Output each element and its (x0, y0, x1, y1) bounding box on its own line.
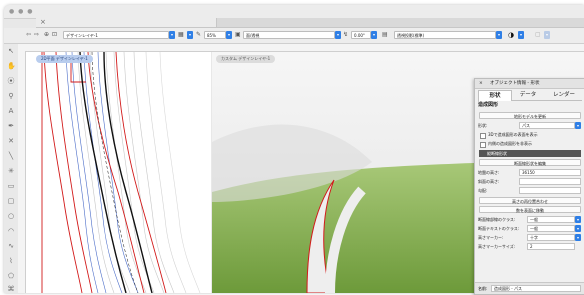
vertical-ruler (18, 51, 26, 293)
layer-icon[interactable]: ⊕ (44, 31, 49, 39)
tool-palette: ↖ ✋ ⦿ ⚲ A ✒ ✕ ╲ ✳ ▭ ▢ ○ ◠ ∿ ⌇ ⬠ ⌘ (4, 44, 19, 293)
zoom-tool-icon[interactable]: ⚲ (7, 92, 15, 100)
object-info-palette: × オブジェクト情報 - 形状 形状 データ レンダー 造成図形 地形モデルを更… (474, 78, 584, 295)
elevation-field[interactable]: 36150 (519, 169, 581, 176)
palette-tabs: 形状 データ レンダー (478, 90, 582, 101)
polyline-tool-icon[interactable]: ⌇ (7, 257, 15, 265)
eraser-tool-icon[interactable]: ✕ (7, 137, 15, 145)
name-field[interactable]: 造成図形 - パス (491, 285, 581, 292)
palette-title-bar: × オブジェクト情報 - 形状 (475, 79, 584, 89)
freehand-tool-icon[interactable]: ∿ (7, 242, 15, 250)
polygon-tool-icon[interactable]: ⬠ (7, 272, 15, 280)
close-icon[interactable]: × (479, 79, 483, 88)
window-controls-icon[interactable]: ● ● ● (9, 9, 34, 15)
projection-icon[interactable]: ▣ (235, 31, 241, 39)
title-bar: ● ● ● (4, 5, 584, 19)
selection-tool-icon[interactable]: ↖ (7, 47, 15, 55)
render-icon[interactable]: ◑ (508, 31, 514, 39)
chevron-down-icon[interactable]: ▾ (371, 31, 377, 39)
arc-tool-icon[interactable]: ◠ (7, 227, 15, 235)
slope-field[interactable] (519, 178, 581, 185)
move-to-surface-button[interactable]: 数を表面に移動 (479, 206, 581, 213)
gradient-field[interactable] (519, 187, 581, 194)
document-tab[interactable]: × (36, 18, 217, 27)
render-dropdown[interactable]: 面/透視 (243, 31, 335, 39)
close-tab-icon[interactable]: × (40, 18, 46, 27)
lock-icon[interactable]: ▢ (535, 31, 541, 39)
plan-view-label: 2D平面 デザインレイヤ-1 (36, 55, 93, 63)
chevron-down-icon[interactable]: ▾ (575, 234, 581, 241)
rounded-rect-tool-icon[interactable]: ▢ (7, 197, 15, 205)
palette-title: オブジェクト情報 - 形状 (490, 81, 540, 86)
view-toolbar: ⇦ ⇨ ⊕ ⊡ デザインレイヤ-1 ▾ ▦ ▾ ✎ 85% ▾ ▣ 面/透視 ▾… (4, 28, 584, 44)
object-type-heading: 造成図形 (478, 102, 499, 108)
circle-tool-icon[interactable]: ○ (7, 212, 15, 220)
horizontal-ruler (18, 44, 584, 52)
spiral-tool-icon[interactable]: ⌘ (7, 285, 15, 293)
chevron-down-icon[interactable]: ▾ (544, 31, 550, 39)
realign-height-button[interactable]: 高さの再位置合わせ (479, 197, 581, 204)
attribute-tool-icon[interactable]: ✒ (7, 122, 15, 130)
plan-view-contours (41, 52, 201, 293)
chevron-down-icon[interactable]: ▾ (575, 216, 581, 223)
line-tool-icon[interactable]: ╲ (7, 152, 15, 160)
tab-shape[interactable]: 形状 (478, 90, 512, 101)
document-tab-strip: × (36, 18, 584, 28)
layer-plane-dropdown[interactable]: デザインレイヤ-1 (63, 31, 169, 39)
projection-dropdown[interactable]: 透視投影(標準) (394, 31, 496, 39)
chevron-down-icon[interactable]: ▾ (187, 31, 193, 39)
chevron-down-icon[interactable]: ▾ (575, 225, 581, 232)
marker-select[interactable]: 十字 (527, 234, 575, 241)
forward-arrow-icon[interactable]: ⇨ (34, 31, 39, 39)
hide-inner-label: 内側の造成図形を非表示 (488, 141, 532, 146)
rectangle-tool-icon[interactable]: ▭ (7, 182, 15, 190)
tab-data[interactable]: データ (512, 90, 544, 100)
2d-locus-tool-icon[interactable]: ✳ (7, 167, 15, 175)
view-mode-icon[interactable]: ▤ (382, 31, 388, 39)
text-tool-icon[interactable]: A (7, 107, 15, 115)
update-terrain-button[interactable]: 地形モデルを更新 (479, 112, 581, 119)
perspective-view-label: カスタム デザインレイヤ-1 (216, 55, 276, 63)
show-3d-checkbox[interactable] (480, 133, 486, 139)
tab-render[interactable]: レンダー (546, 90, 582, 100)
flyover-tool-icon[interactable]: ⦿ (7, 77, 15, 85)
hide-inner-checkbox[interactable] (480, 142, 486, 148)
palette-status-bar: 名前: 造成図形 - パス (475, 282, 584, 294)
zoom-field[interactable]: 85% (204, 31, 226, 39)
edit-profile-button[interactable]: 断面線形状を編集 (479, 159, 581, 166)
shape-select[interactable]: パス (519, 122, 575, 129)
chevron-down-icon[interactable]: ▾ (169, 31, 175, 39)
rotate-icon[interactable]: ↯ (343, 31, 348, 39)
view-icon[interactable]: ▦ (178, 31, 184, 39)
plan-view-pane[interactable]: 2D平面 デザインレイヤ-1 (26, 52, 211, 293)
marker-size-field[interactable]: 2 (527, 243, 575, 250)
chevron-down-icon[interactable]: ▾ (575, 122, 581, 129)
section-header[interactable]: 縦断線形状 (479, 150, 581, 157)
profile-class-select[interactable]: 一般 (527, 216, 575, 223)
chevron-down-icon[interactable]: ▾ (496, 31, 502, 39)
chevron-down-icon[interactable]: ▾ (335, 31, 341, 39)
back-arrow-icon[interactable]: ⇦ (26, 31, 31, 39)
zoom-icon[interactable]: ✎ (196, 31, 201, 39)
pan-tool-icon[interactable]: ✋ (7, 62, 16, 70)
chevron-down-icon[interactable]: ▾ (518, 31, 524, 39)
class-icon[interactable]: ⊡ (52, 31, 57, 39)
angle-field[interactable]: 0.00° (351, 31, 371, 39)
show-3d-label: 3Dで造成図形の表面を表示 (488, 132, 538, 137)
text-class-select[interactable]: 一般 (527, 225, 575, 232)
chevron-down-icon[interactable]: ▾ (226, 31, 232, 39)
